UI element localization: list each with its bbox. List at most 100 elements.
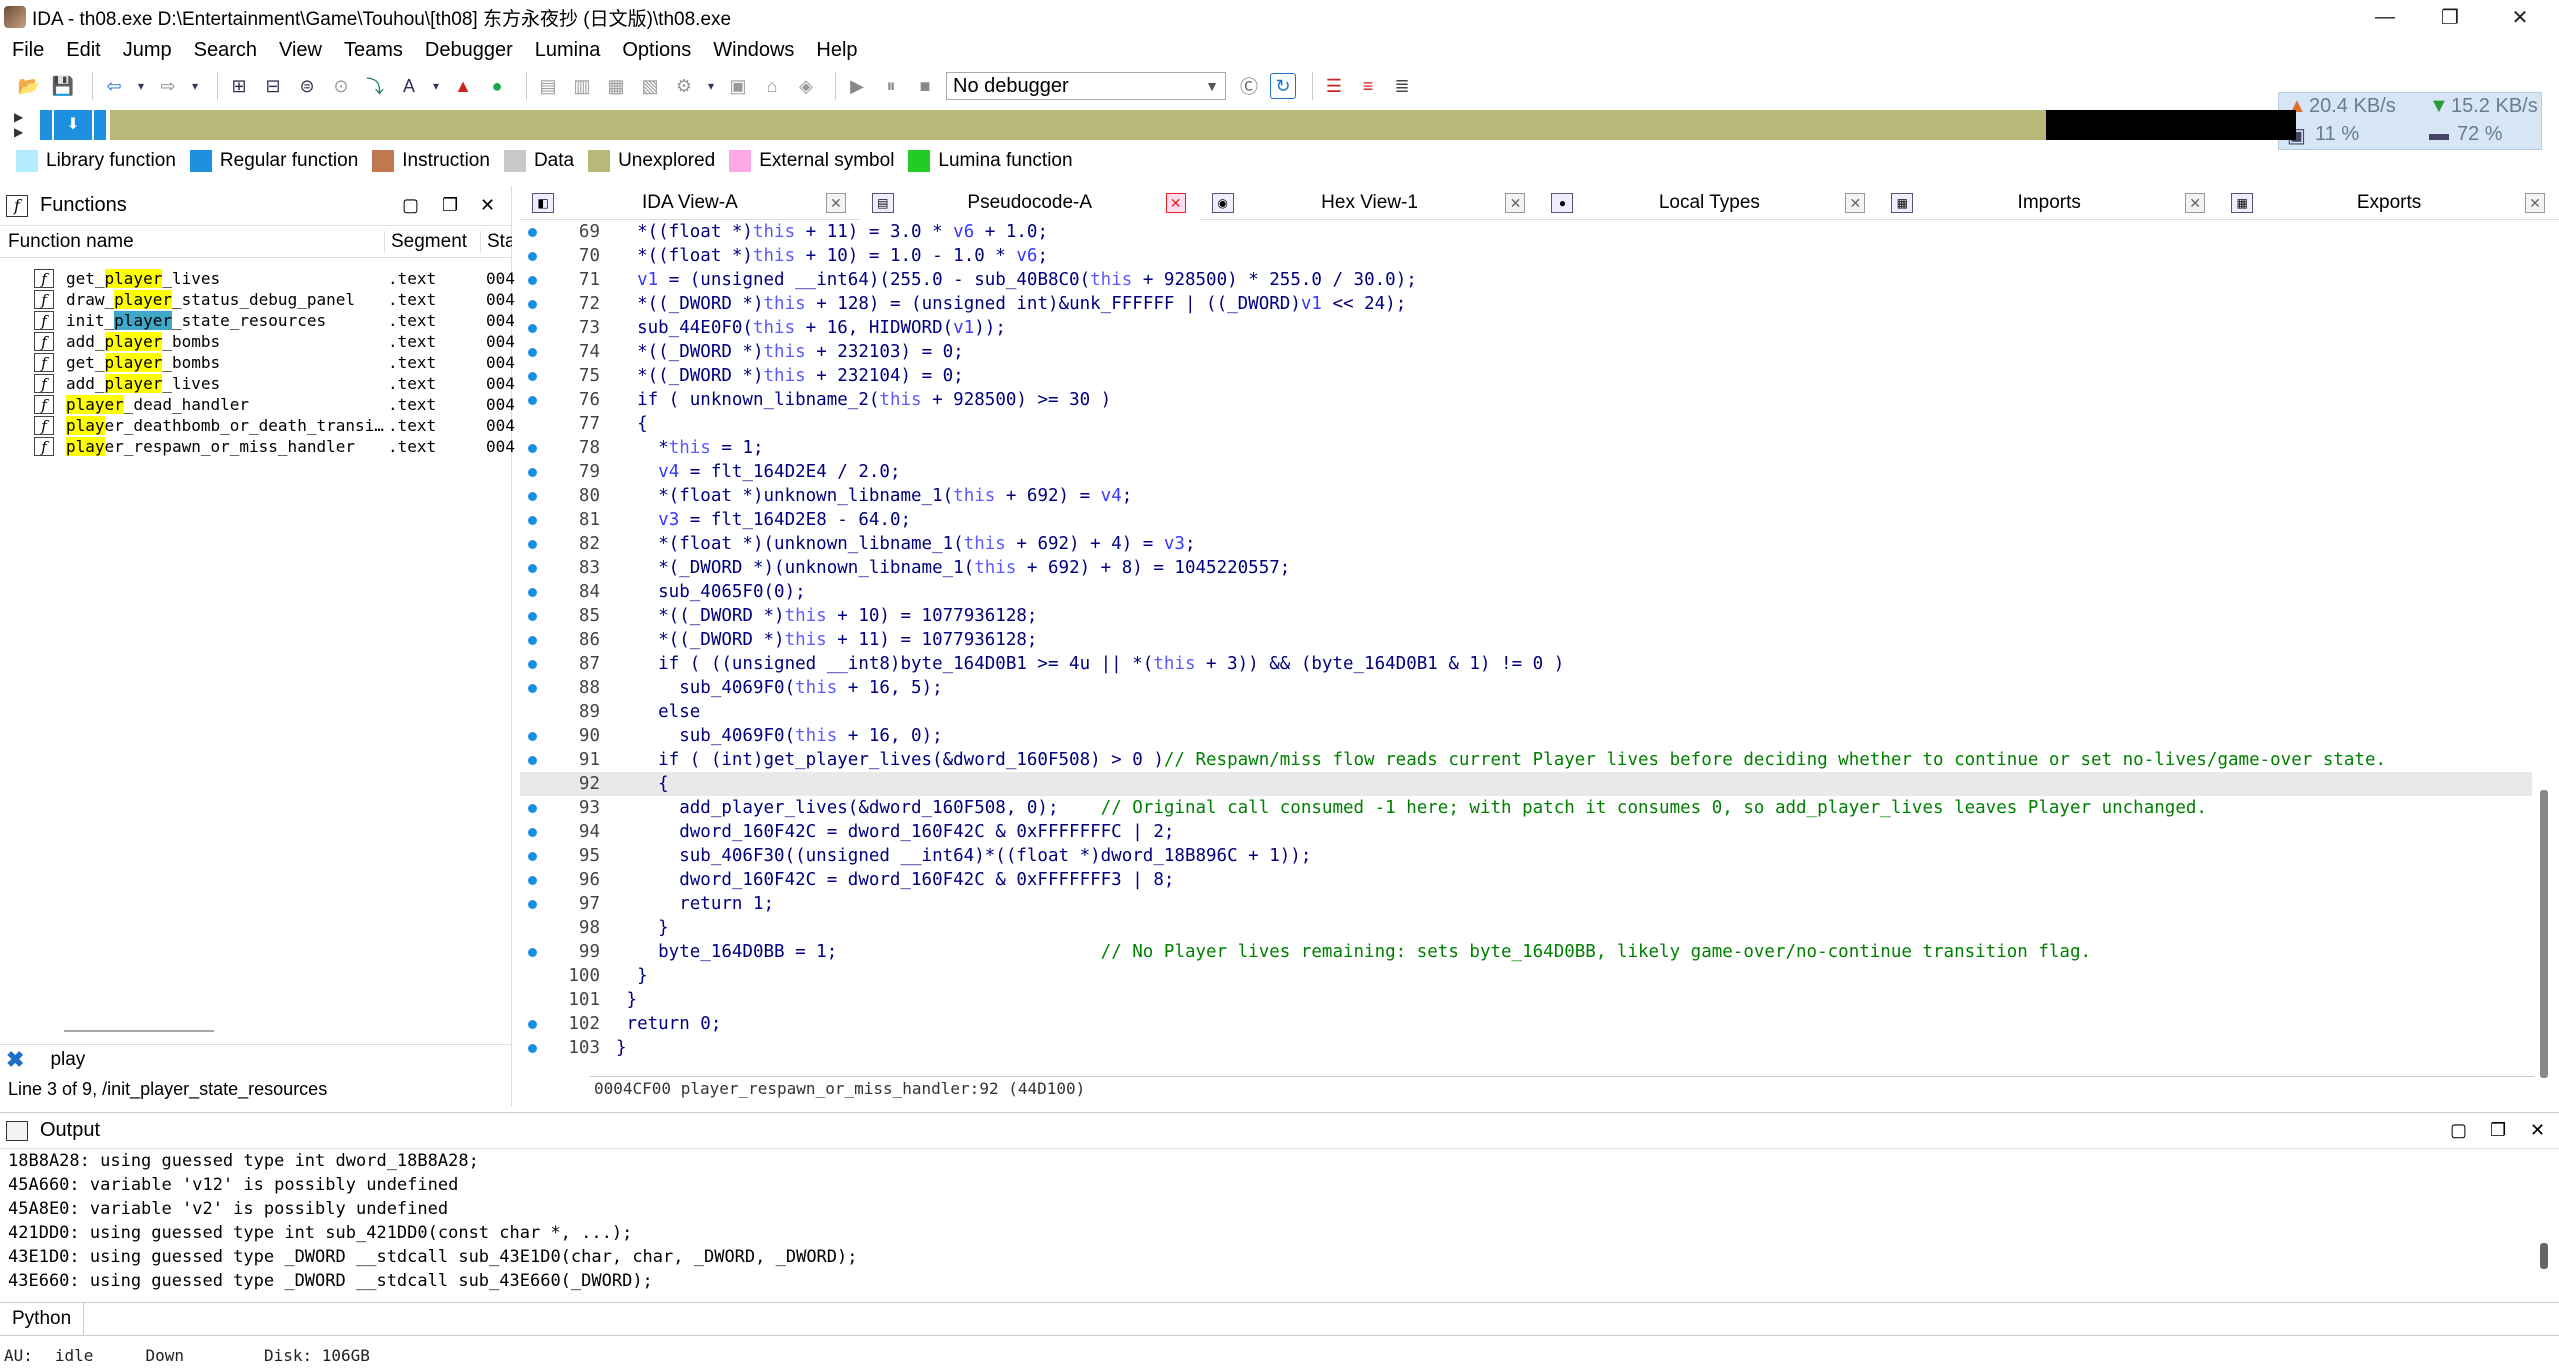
menu-file[interactable]: File: [12, 39, 44, 62]
code-line[interactable]: 98 }: [520, 916, 2532, 940]
code-line[interactable]: 79 v4 = flt_164D2E4 / 2.0;: [520, 460, 2532, 484]
code-line[interactable]: 96 dword_160F42C = dword_160F42C & 0xFFF…: [520, 868, 2532, 892]
pane-close-icon[interactable]: ✕: [2530, 1120, 2545, 1141]
code-line[interactable]: 84 sub_4065F0(0);: [520, 580, 2532, 604]
code-line[interactable]: 94 dword_160F42C = dword_160F42C & 0xFFF…: [520, 820, 2532, 844]
code-line[interactable]: 99 byte_164D0BB = 1; // No Player lives …: [520, 940, 2532, 964]
breakpoint-dot-icon[interactable]: [528, 468, 537, 477]
tab-close-icon[interactable]: ✕: [2524, 193, 2545, 213]
function-row[interactable]: f add_player_bombs .text 004: [0, 331, 515, 352]
clear-filter-icon[interactable]: ✖: [6, 1047, 24, 1073]
breakpoint-dot-icon[interactable]: [528, 732, 537, 741]
pane-close-icon[interactable]: ✕: [480, 195, 495, 216]
functions-hscroll[interactable]: [64, 1030, 214, 1032]
breakpoint-dot-icon[interactable]: [528, 252, 537, 261]
tab-ida-view[interactable]: ◧ IDA View-A ✕: [520, 186, 860, 220]
function-row[interactable]: f draw_player_status_debug_panel .text 004: [0, 289, 515, 310]
col-function-name[interactable]: Function name: [8, 231, 134, 253]
menu-view[interactable]: View: [279, 39, 322, 62]
data-icon[interactable]: ▥: [569, 73, 595, 99]
code-line[interactable]: 87 if ( ((unsigned __int8)byte_164D0B1 >…: [520, 652, 2532, 676]
refresh-icon[interactable]: ↻: [1270, 73, 1296, 99]
tab-close-icon[interactable]: ✕: [1165, 193, 1186, 213]
tab-hex-view[interactable]: ◉ Hex View-1 ✕: [1200, 186, 1540, 220]
menu-options[interactable]: Options: [622, 39, 691, 62]
function-row[interactable]: f player_deathbomb_or_death_transi… .text 0…: [0, 415, 515, 436]
breakpoint-dot-icon[interactable]: [528, 492, 537, 501]
breakpoint-dot-icon[interactable]: [528, 876, 537, 885]
code-line[interactable]: 78 *this = 1;: [520, 436, 2532, 460]
breakpoint-dot-icon[interactable]: [528, 1044, 537, 1053]
col-segment[interactable]: Segment: [384, 230, 467, 253]
code-line[interactable]: 73 sub_44E0F0(this + 16, HIDWORD(v1));: [520, 316, 2532, 340]
pseudocode-view[interactable]: 69 *((float *)this + 11) = 3.0 * v6 + 1.…: [520, 220, 2532, 1076]
code-line[interactable]: 76 if ( unknown_libname_2(this + 928500)…: [520, 388, 2532, 412]
nav-scroll-arrows-icon[interactable]: ▶ ▶: [14, 110, 28, 140]
breakpoint-dot-icon[interactable]: [528, 636, 537, 645]
forward-arrow-icon[interactable]: ⇨: [155, 73, 181, 99]
binary-search-icon[interactable]: ⊞: [226, 73, 252, 99]
code-line[interactable]: 92 {: [520, 772, 2532, 796]
code-line[interactable]: 86 *((_DWORD *)this + 11) = 1077936128;: [520, 628, 2532, 652]
lumina-icon[interactable]: ●: [484, 73, 510, 99]
stop-icon[interactable]: ■: [912, 73, 938, 99]
breakpoint-dot-icon[interactable]: [528, 804, 537, 813]
immediate-search-icon[interactable]: ⊜: [294, 73, 320, 99]
code-line[interactable]: 83 *(_DWORD *)(unknown_libname_1(this + …: [520, 556, 2532, 580]
menu-help[interactable]: Help: [816, 39, 857, 62]
function-row[interactable]: f init_player_state_resources .text 004: [0, 310, 515, 331]
code-line[interactable]: 93 add_player_lives(&dword_160F508, 0); …: [520, 796, 2532, 820]
col-start[interactable]: Sta: [480, 230, 512, 253]
breakpoint-dot-icon[interactable]: [528, 228, 537, 237]
pane-float-icon[interactable]: ❐: [2490, 1120, 2506, 1141]
jump-icon[interactable]: ⤵: [362, 73, 388, 99]
function-row[interactable]: f get_player_lives .text 004: [0, 268, 515, 289]
menu-lumina[interactable]: Lumina: [535, 39, 601, 62]
code-line[interactable]: 95 sub_406F30((unsigned __int64)*((float…: [520, 844, 2532, 868]
breakpoint-dot-icon[interactable]: [528, 348, 537, 357]
code-icon[interactable]: ▤: [535, 73, 561, 99]
tab-exports[interactable]: ▦ Exports ✕: [2219, 186, 2559, 220]
tab-close-icon[interactable]: ✕: [2185, 193, 2206, 213]
code-line[interactable]: 97 return 1;: [520, 892, 2532, 916]
code-line[interactable]: 72 *((_DWORD *)this + 128) = (unsigned i…: [520, 292, 2532, 316]
breakpoint-dot-icon[interactable]: [528, 444, 537, 453]
breakpoint-dot-icon[interactable]: [528, 540, 537, 549]
breakpoint-dot-icon[interactable]: [528, 1020, 537, 1029]
breakpoint-dot-icon[interactable]: [528, 564, 537, 573]
graph-icon[interactable]: ▲: [450, 73, 476, 99]
function-row[interactable]: f add_player_lives .text 004: [0, 373, 515, 394]
code-line[interactable]: 71 v1 = (unsigned __int64)(255.0 - sub_4…: [520, 268, 2532, 292]
breakpoint-dot-icon[interactable]: [528, 948, 537, 957]
menu-windows[interactable]: Windows: [713, 39, 794, 62]
function-icon[interactable]: ▣: [725, 73, 751, 99]
text-search-icon[interactable]: ⊟: [260, 73, 286, 99]
breakpoint-dot-icon[interactable]: [528, 828, 537, 837]
text-icon[interactable]: A: [396, 73, 422, 99]
list-icon[interactable]: ☰: [1321, 73, 1347, 99]
breakpoint-dot-icon[interactable]: [528, 660, 537, 669]
next-search-icon[interactable]: ⊙: [328, 73, 354, 99]
breakpoint-dot-icon[interactable]: [528, 756, 537, 765]
breakpoint-dot-icon[interactable]: [528, 396, 537, 405]
back-arrow-icon[interactable]: ⇦: [101, 73, 127, 99]
tab-local-types[interactable]: ● Local Types ✕: [1539, 186, 1879, 220]
menu-edit[interactable]: Edit: [66, 39, 100, 62]
function-row[interactable]: f get_player_bombs .text 004: [0, 352, 515, 373]
function-row[interactable]: f player_respawn_or_miss_handler .text 004: [0, 436, 515, 457]
code-line[interactable]: 74 *((_DWORD *)this + 232103) = 0;: [520, 340, 2532, 364]
breakpoint-dot-icon[interactable]: [528, 516, 537, 525]
tab-close-icon[interactable]: ✕: [1505, 193, 1526, 213]
code-line[interactable]: 70 *((float *)this + 10) = 1.0 - 1.0 * v…: [520, 244, 2532, 268]
menu-debugger[interactable]: Debugger: [425, 39, 513, 62]
pane-maximize-icon[interactable]: ▢: [402, 195, 419, 216]
breakpoint-dot-icon[interactable]: [528, 852, 537, 861]
c-script-icon[interactable]: Ⓒ: [1236, 73, 1262, 99]
chevron-down-icon[interactable]: ▾: [430, 73, 442, 99]
functions-filter-input[interactable]: play: [50, 1049, 85, 1071]
breakpoint-dot-icon[interactable]: [528, 612, 537, 621]
code-line[interactable]: 77 {: [520, 412, 2532, 436]
menu-jump[interactable]: Jump: [123, 39, 172, 62]
code-line[interactable]: 102 return 0;: [520, 1012, 2532, 1036]
python-language-button[interactable]: Python: [0, 1303, 85, 1335]
